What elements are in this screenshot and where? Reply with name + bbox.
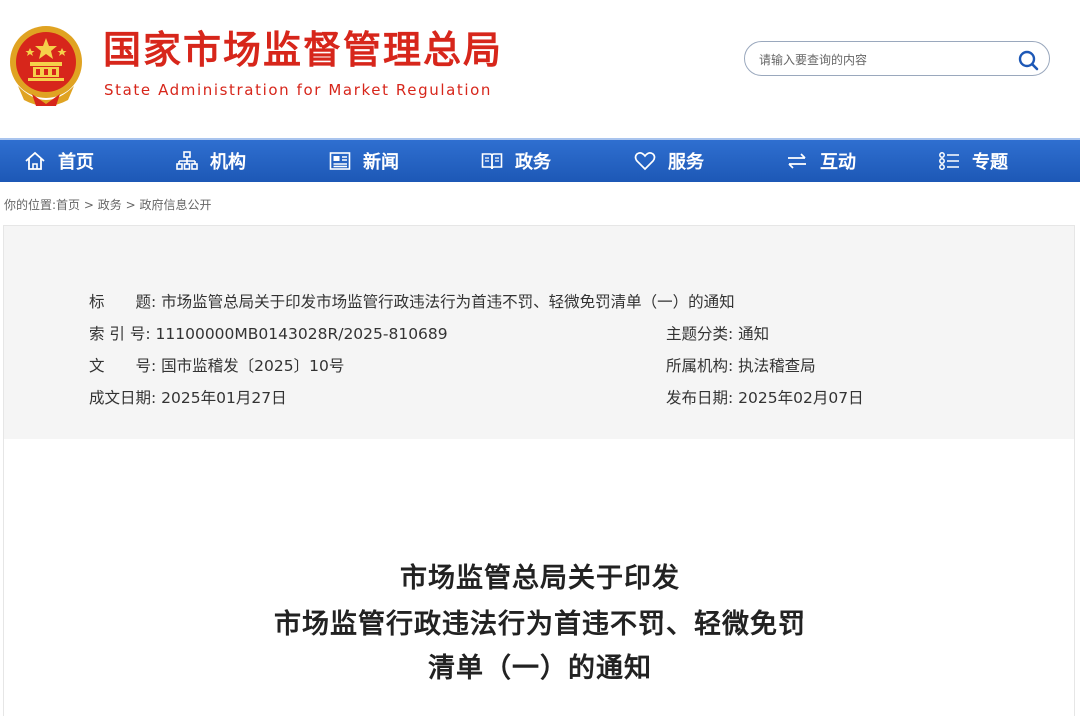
metadata-label: 标 题: [89,293,157,311]
nav-item-org[interactable]: 机构 [176,140,246,182]
book-icon [481,153,503,170]
document-metadata-box: 标 题: 市场监管总局关于印发市场监管行政违法行为首违不罚、轻微免罚清单（一）的… [3,225,1075,440]
heart-icon [634,152,656,171]
metadata-topic-row: 主题分类: 通知 [666,322,769,344]
breadcrumb-separator: > [83,198,94,212]
metadata-docno-value: 国市监稽发〔2025〕10号 [161,357,345,375]
nav-item-label: 互动 [820,152,856,173]
search-box [744,41,1050,76]
document-title-line2: 市场监管行政违法行为首违不罚、轻微免罚 [274,609,806,640]
site-subtitle: State Administration for Market Regulati… [104,81,493,99]
metadata-created-row: 成文日期: 2025年01月27日 [89,386,287,408]
metadata-label: 主题分类: [666,325,734,343]
breadcrumb-separator: > [125,198,136,212]
breadcrumb-item-gov-info[interactable]: 政府信息公开 [140,198,212,212]
nav-item-label: 首页 [58,152,94,173]
metadata-label: 发布日期: [666,389,734,407]
metadata-index-row: 索 引 号: 11100000MB0143028R/2025-810689 [89,322,448,344]
search-icon[interactable] [1017,49,1039,71]
exchange-icon [788,153,806,169]
metadata-published-row: 发布日期: 2025年02月07日 [666,386,864,408]
metadata-label: 所属机构: [666,357,734,375]
metadata-docno-row: 文 号: 国市监稽发〔2025〕10号 [89,354,344,376]
site-header: 国家市场监督管理总局 State Administration for Mark… [0,0,1080,138]
breadcrumb: 你的位置:首页 > 政务 > 政府信息公开 [4,196,212,213]
metadata-created-value: 2025年01月27日 [161,389,287,407]
nav-item-label: 专题 [972,152,1008,173]
metadata-published-value: 2025年02月07日 [738,389,864,407]
metadata-topic-value: 通知 [738,325,770,343]
metadata-label: 文 号: [89,357,157,375]
nav-item-label: 新闻 [363,152,399,173]
nav-item-label: 政务 [515,152,551,173]
nav-item-service[interactable]: 服务 [634,140,704,182]
org-chart-icon [176,151,198,170]
breadcrumb-item-affairs[interactable]: 政务 [98,198,122,212]
search-input[interactable] [757,49,1011,71]
list-icon [939,152,959,170]
metadata-label: 索 引 号: [89,325,151,343]
metadata-label: 成文日期: [89,389,157,407]
breadcrumb-item-home[interactable]: 首页 [56,198,80,212]
nav-item-home[interactable]: 首页 [24,140,94,182]
home-icon [25,151,45,170]
nav-item-affairs[interactable]: 政务 [481,140,551,182]
main-nav: 首页 机构 新闻 政务 服务 互动 专题 [0,138,1080,182]
metadata-org-value: 执法稽查局 [738,357,816,375]
nav-item-label: 机构 [210,152,246,173]
nav-item-news[interactable]: 新闻 [329,140,399,182]
national-emblem-icon[interactable] [8,24,84,108]
metadata-org-row: 所属机构: 执法稽查局 [666,354,816,376]
document-title-line1: 市场监管总局关于印发 [400,563,680,594]
nav-item-label: 服务 [668,152,704,173]
document-title-line3: 清单（一）的通知 [428,653,652,684]
newspaper-icon [329,152,351,170]
metadata-title-row: 标 题: 市场监管总局关于印发市场监管行政违法行为首违不罚、轻微免罚清单（一）的… [89,290,735,312]
nav-item-interact[interactable]: 互动 [786,140,856,182]
nav-item-topics[interactable]: 专题 [938,140,1008,182]
metadata-title-value: 市场监管总局关于印发市场监管行政违法行为首违不罚、轻微免罚清单（一）的通知 [161,293,735,311]
breadcrumb-prefix: 你的位置: [4,198,57,212]
site-title[interactable]: 国家市场监督管理总局 [103,28,503,72]
metadata-index-value: 11100000MB0143028R/2025-810689 [155,325,448,343]
